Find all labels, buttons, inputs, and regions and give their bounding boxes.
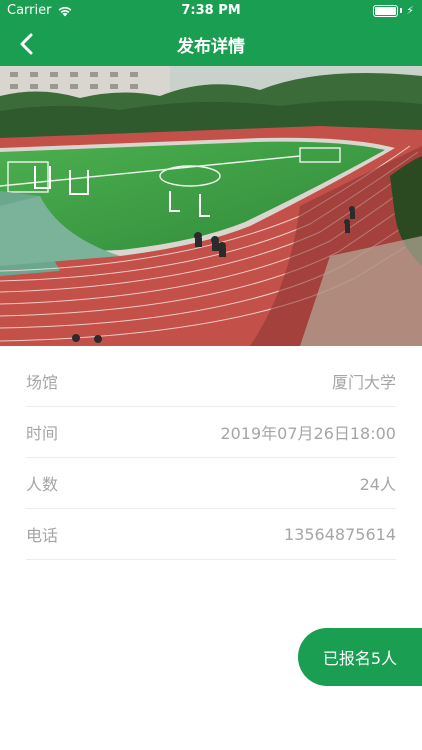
people-count-label: 人数 [26,475,59,494]
charging-bolt-icon: ⚡ [406,4,414,17]
time-value: 2019年07月26日18:00 [220,424,396,443]
status-time: 7:38 PM [181,3,241,18]
time-label: 时间 [26,424,59,443]
track-field-image [0,66,422,346]
header-bar: Carrier 7:38 PM ⚡ 发布详情 [0,0,422,66]
people-count-value: 24人 [359,475,396,494]
battery-icon: ⚡ [373,4,414,17]
status-bar: Carrier 7:38 PM ⚡ [0,0,422,22]
phone-label: 电话 [26,526,59,545]
phone-value[interactable]: 13564875614 [284,525,396,544]
venue-value: 厦门大学 [331,373,396,392]
signup-count-button[interactable]: 已报名5人 [298,628,422,686]
venue-photo [0,66,422,346]
detail-list: 场馆 厦门大学 时间 2019年07月26日18:00 人数 24人 电话 13… [0,356,422,560]
detail-row-venue: 场馆 厦门大学 [26,356,396,407]
navigation-bar: 发布详情 [0,22,422,66]
detail-row-phone: 电话 13564875614 [26,509,396,560]
detail-row-people: 人数 24人 [26,458,396,509]
detail-row-time: 时间 2019年07月26日18:00 [26,407,396,458]
page-title: 发布详情 [177,37,245,57]
venue-label: 场馆 [26,373,59,392]
